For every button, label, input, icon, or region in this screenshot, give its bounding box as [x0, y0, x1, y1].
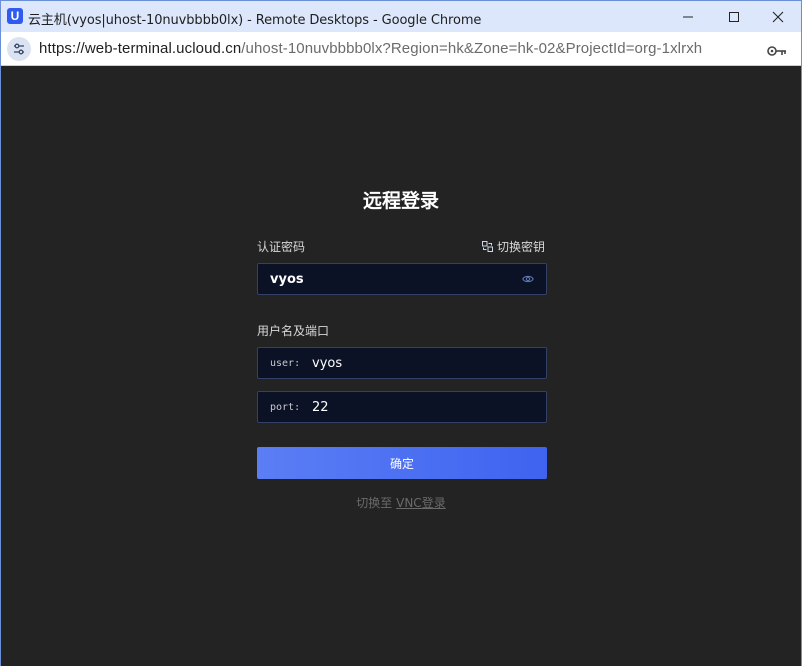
- port-prefix: port:: [270, 401, 301, 413]
- switch-key-label: 切换密钥: [497, 240, 546, 254]
- url-path: /uhost-10nuvbbbb0lx?Region=hk&Zone=hk-02…: [241, 40, 703, 57]
- switch-vnc-link[interactable]: VNC登录: [396, 496, 446, 510]
- key-swap-icon: [482, 241, 493, 252]
- user-prefix: user:: [270, 357, 301, 369]
- site-info-button[interactable]: [7, 37, 31, 61]
- title-bar[interactable]: U 云主机(vyos|uhost-10nuvbbbb0lx) - Remote …: [1, 1, 801, 32]
- confirm-button[interactable]: 确定: [257, 447, 547, 479]
- username-input[interactable]: user: vyos: [257, 347, 547, 379]
- close-button[interactable]: [755, 1, 801, 32]
- page-title: 远程登录: [362, 190, 439, 212]
- switch-vnc-text: 切换至 VNC登录: [1, 494, 801, 511]
- auth-label: 认证密码: [257, 240, 306, 254]
- close-icon: [772, 11, 784, 22]
- remote-login-page: 远程登录 认证密码 切换密钥 vyos 用户名及端口 user: vyos po…: [1, 66, 801, 666]
- minimize-icon: [683, 16, 693, 17]
- maximize-button[interactable]: [711, 1, 757, 32]
- port-input[interactable]: port: 22: [257, 391, 547, 423]
- user-port-label: 用户名及端口: [257, 324, 330, 338]
- tune-icon: [14, 43, 24, 55]
- url-host: https://web-terminal.ucloud.cn: [39, 40, 242, 57]
- switch-vnc-prefix: 切换至: [356, 496, 393, 510]
- maximize-icon: [729, 11, 739, 22]
- password-input[interactable]: vyos: [257, 263, 547, 295]
- url-text[interactable]: https://web-terminal.ucloud.cn/uhost-10n…: [39, 40, 702, 57]
- app-logo-icon: U: [7, 8, 23, 24]
- password-key-button[interactable]: [767, 42, 787, 61]
- port-value: 22: [312, 399, 329, 415]
- address-bar[interactable]: https://web-terminal.ucloud.cn/uhost-10n…: [1, 32, 801, 66]
- browser-window: U 云主机(vyos|uhost-10nuvbbbb0lx) - Remote …: [0, 0, 802, 666]
- username-value: vyos: [312, 355, 343, 371]
- minimize-button[interactable]: [665, 1, 711, 32]
- switch-key-link[interactable]: 切换密钥: [482, 238, 545, 255]
- window-title: 云主机(vyos|uhost-10nuvbbbb0lx) - Remote De…: [28, 13, 482, 28]
- eye-icon[interactable]: [522, 274, 534, 284]
- password-value: vyos: [270, 271, 304, 287]
- key-icon: [767, 46, 786, 56]
